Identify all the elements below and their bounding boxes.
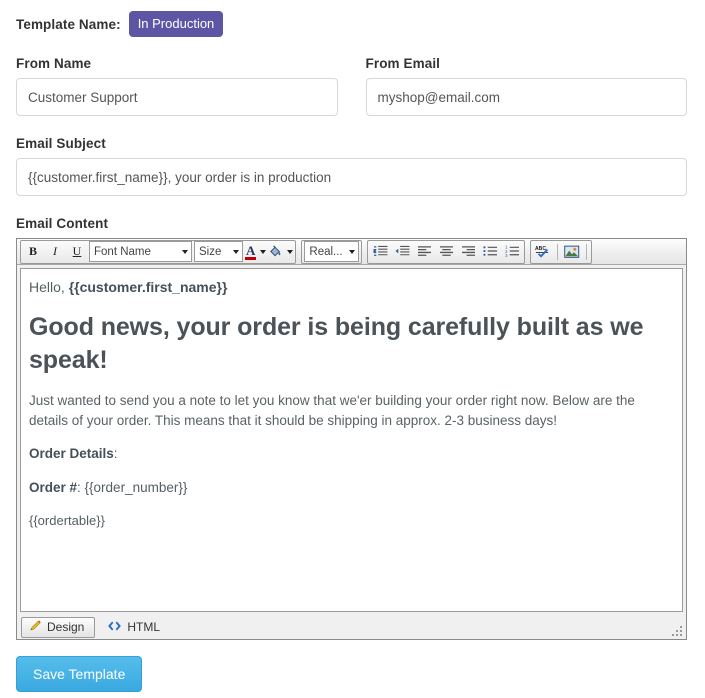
toolbar-group-paragraph: 1 2 3 [367, 239, 526, 264]
template-name-label: Template Name: [16, 16, 121, 32]
tab-html-label: HTML [127, 620, 161, 634]
indent-decrease-icon [395, 245, 410, 258]
order-details-line: Order Details: [29, 444, 670, 464]
editor-statusbar: Design HTML [17, 615, 686, 639]
from-name-input[interactable] [16, 78, 338, 116]
align-left-button[interactable] [413, 242, 435, 262]
spellcheck-button[interactable]: ABC [532, 242, 554, 262]
email-subject-label: Email Subject [16, 136, 106, 151]
editor-resize-handle[interactable] [670, 624, 682, 636]
insert-image-button[interactable] [561, 242, 583, 262]
actions-row: Save Template [16, 640, 687, 692]
greeting-line: Hello, {{customer.first_name}} [29, 277, 670, 297]
paint-bucket-icon [268, 244, 283, 259]
template-editor-page: Template Name: In Production From Name F… [0, 0, 705, 692]
order-details-label: Order Details [29, 446, 114, 462]
spellcheck-icon: ABC [534, 244, 552, 259]
email-content-editable[interactable]: Hello, {{customer.first_name}} Good news… [20, 268, 683, 612]
editor-toolbar: B I U Font Name Size A Real... 1 2 3 ABC [17, 239, 686, 265]
align-center-button[interactable] [435, 242, 457, 262]
bullet-list-button[interactable] [479, 242, 501, 262]
toolbar-separator [557, 243, 559, 260]
tab-design[interactable]: Design [21, 616, 96, 638]
tab-html[interactable]: HTML [99, 617, 171, 638]
toolbar-group-tools: ABC [530, 239, 593, 264]
align-right-icon [461, 245, 476, 258]
font-color-button[interactable]: A [244, 242, 267, 262]
email-content-label: Email Content [16, 216, 109, 231]
from-email-label: From Email [365, 56, 441, 71]
align-right-button[interactable] [457, 242, 479, 262]
insert-image-icon [564, 245, 580, 259]
greeting-token: {{customer.first_name}} [68, 279, 228, 295]
chevron-down-icon [260, 249, 267, 254]
chevron-down-icon [349, 249, 356, 254]
toolbar-group-format: B I U Font Name Size A [20, 239, 297, 264]
pencil-icon [29, 619, 42, 635]
email-subject-input[interactable] [16, 158, 687, 196]
chevron-down-icon [182, 249, 188, 254]
style-select-value: Real... [309, 245, 343, 258]
font-size-select[interactable]: Size [194, 241, 243, 262]
svg-text:3: 3 [505, 253, 508, 258]
code-brackets-icon [107, 620, 122, 635]
chevron-down-icon [233, 249, 239, 254]
from-email-input[interactable] [365, 78, 687, 116]
from-email-group: From Email [365, 56, 687, 116]
toolbar-separator [586, 243, 588, 260]
bullet-list-icon [483, 245, 498, 258]
underline-button[interactable]: U [66, 242, 88, 262]
rich-text-editor: B I U Font Name Size A Real... 1 2 3 ABC… [16, 238, 687, 640]
chevron-down-icon [287, 249, 294, 254]
indent-increase-icon [373, 245, 388, 258]
email-heading: Good news, your order is being carefully… [29, 313, 644, 375]
order-table-token: {{ordertable}} [29, 512, 105, 528]
from-name-label: From Name [16, 56, 92, 71]
email-subject-group: Email Subject [16, 136, 687, 196]
font-color-icon: A [245, 242, 257, 260]
numbered-list-button[interactable]: 1 2 3 [501, 242, 523, 262]
font-name-value: Font Name [94, 245, 151, 258]
font-name-select[interactable]: Font Name [89, 241, 192, 262]
order-number-label: Order # [29, 479, 78, 495]
style-select[interactable]: Real... [304, 241, 360, 262]
numbered-list-icon: 1 2 3 [505, 245, 520, 258]
order-details-colon: : [113, 446, 118, 462]
save-template-button[interactable]: Save Template [16, 656, 143, 692]
tab-design-label: Design [47, 620, 85, 634]
bold-button[interactable]: B [22, 242, 44, 262]
template-name-row: Template Name: In Production [16, 11, 687, 37]
align-center-icon [439, 245, 454, 258]
status-badge: In Production [128, 11, 224, 37]
toolbar-group-style: Real... [301, 239, 363, 264]
indent-increase-button[interactable] [369, 242, 391, 262]
italic-button[interactable]: I [44, 242, 66, 262]
from-name-group: From Name [16, 56, 338, 116]
email-paragraph: Just wanted to send you a note to let yo… [29, 393, 635, 428]
sender-fields-row: From Name From Email [16, 56, 687, 116]
highlight-color-button[interactable] [267, 242, 294, 262]
order-number-value: : {{order_number}} [77, 479, 188, 495]
align-left-icon [417, 245, 432, 258]
order-number-line: Order #: {{order_number}} [29, 478, 670, 498]
font-size-value: Size [199, 245, 222, 258]
indent-decrease-button[interactable] [391, 242, 413, 262]
greeting-text: Hello, [29, 279, 69, 295]
